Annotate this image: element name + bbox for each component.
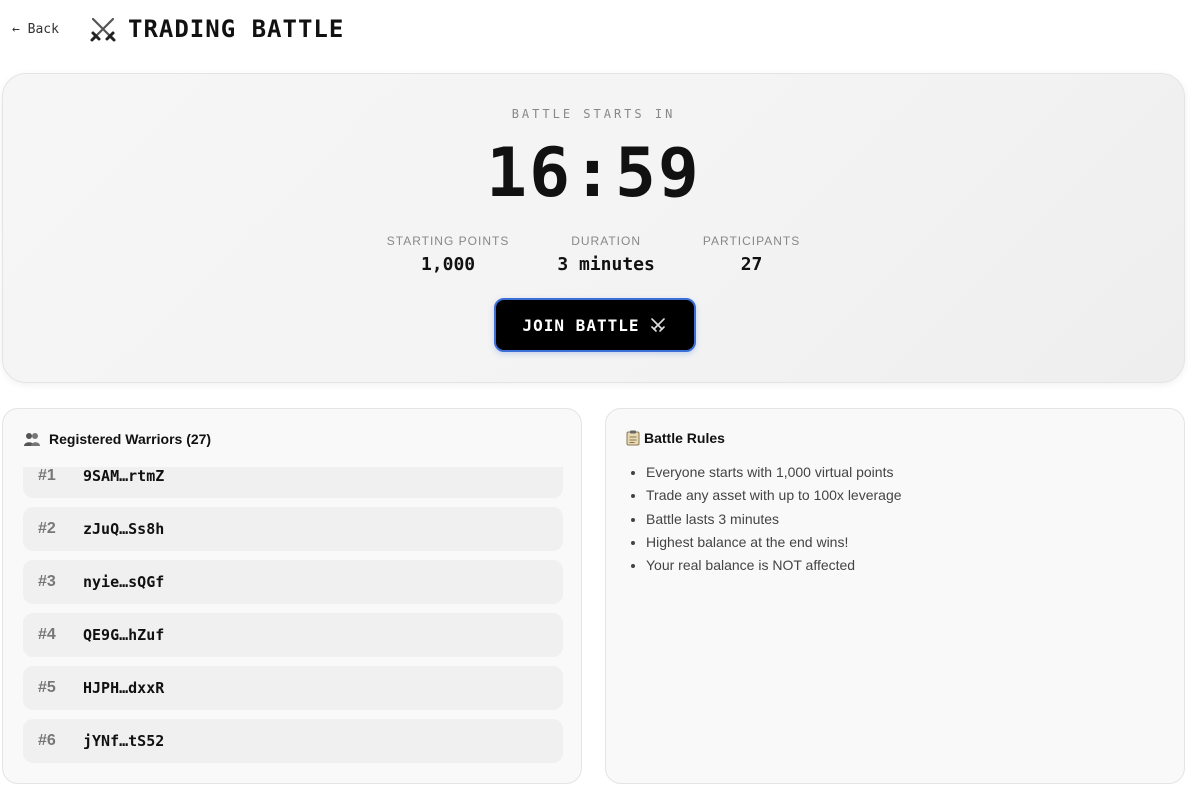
stat-participants: PARTICIPANTS 27: [703, 234, 800, 275]
rules-header: Battle Rules: [626, 430, 725, 446]
warrior-row: #4 QE9G…hZuf: [23, 613, 563, 657]
title-group: TRADING BATTLE: [88, 14, 344, 44]
stat-label: STARTING POINTS: [386, 234, 510, 248]
warrior-rank: #1: [38, 467, 56, 484]
battle-rules-panel: Battle Rules Everyone starts with 1,000 …: [605, 408, 1185, 784]
countdown-label: BATTLE STARTS IN: [511, 107, 676, 121]
people-icon: [24, 433, 40, 446]
warriors-title: Registered Warriors (27): [49, 431, 212, 447]
rule-item: Your real balance is NOT affected: [626, 554, 902, 577]
warrior-address: QE9G…hZuf: [83, 626, 165, 644]
clipboard-icon: [626, 430, 640, 446]
back-button[interactable]: ← Back: [12, 22, 59, 37]
warrior-rank: #3: [38, 573, 56, 590]
crossed-swords-icon: [651, 318, 666, 332]
rules-list: Everyone starts with 1,000 virtual point…: [626, 461, 902, 577]
warrior-row: #3 nyie…sQGf: [23, 560, 563, 604]
warrior-address: jYNf…tS52: [83, 732, 165, 750]
stat-label: PARTICIPANTS: [702, 234, 801, 248]
warrior-address: zJuQ…Ss8h: [83, 520, 165, 538]
top-bar: ← Back TRADING BATTLE: [0, 0, 1200, 62]
warrior-row: #6 jYNf…tS52: [23, 719, 563, 763]
warriors-list[interactable]: #1 9SAM…rtmZ #2 zJuQ…Ss8h #3 nyie…sQGf #…: [23, 467, 563, 783]
warrior-row: #2 zJuQ…Ss8h: [23, 507, 563, 551]
stat-value: 3 minutes: [557, 254, 655, 275]
join-battle-label: JOIN BATTLE: [522, 315, 640, 335]
warrior-row: #5 HJPH…dxxR: [23, 666, 563, 710]
warrior-address: 9SAM…rtmZ: [83, 467, 165, 485]
stat-label: DURATION: [571, 234, 641, 248]
warrior-address: HJPH…dxxR: [83, 679, 165, 697]
rule-item: Everyone starts with 1,000 virtual point…: [626, 461, 902, 484]
warriors-header: Registered Warriors (27): [23, 431, 211, 447]
rule-item: Highest balance at the end wins!: [626, 531, 902, 554]
stat-value: 1,000: [420, 254, 476, 275]
crossed-swords-icon: [90, 17, 116, 42]
stat-duration: DURATION 3 minutes: [557, 234, 655, 275]
rules-title: Battle Rules: [644, 430, 725, 446]
warrior-address: nyie…sQGf: [83, 573, 165, 591]
page-title: TRADING BATTLE: [128, 15, 345, 43]
warrior-rank: #5: [38, 679, 56, 696]
join-battle-button[interactable]: JOIN BATTLE: [494, 298, 696, 352]
rule-item: Trade any asset with up to 100x leverage: [626, 484, 902, 507]
countdown-timer: 16:59: [486, 134, 701, 213]
stat-value: 27: [740, 254, 763, 275]
warrior-rank: #2: [38, 520, 56, 537]
stat-starting-points: STARTING POINTS 1,000: [387, 234, 510, 275]
registered-warriors-panel: Registered Warriors (27) #1 9SAM…rtmZ #2…: [2, 408, 582, 784]
warrior-rank: #4: [38, 626, 56, 643]
rule-item: Battle lasts 3 minutes: [626, 508, 902, 531]
warrior-row: #1 9SAM…rtmZ: [23, 467, 563, 498]
battle-stats: STARTING POINTS 1,000 DURATION 3 minutes…: [3, 234, 1184, 275]
warrior-rank: #6: [38, 732, 56, 749]
battle-hero-card: BATTLE STARTS IN 16:59 STARTING POINTS 1…: [2, 73, 1185, 383]
